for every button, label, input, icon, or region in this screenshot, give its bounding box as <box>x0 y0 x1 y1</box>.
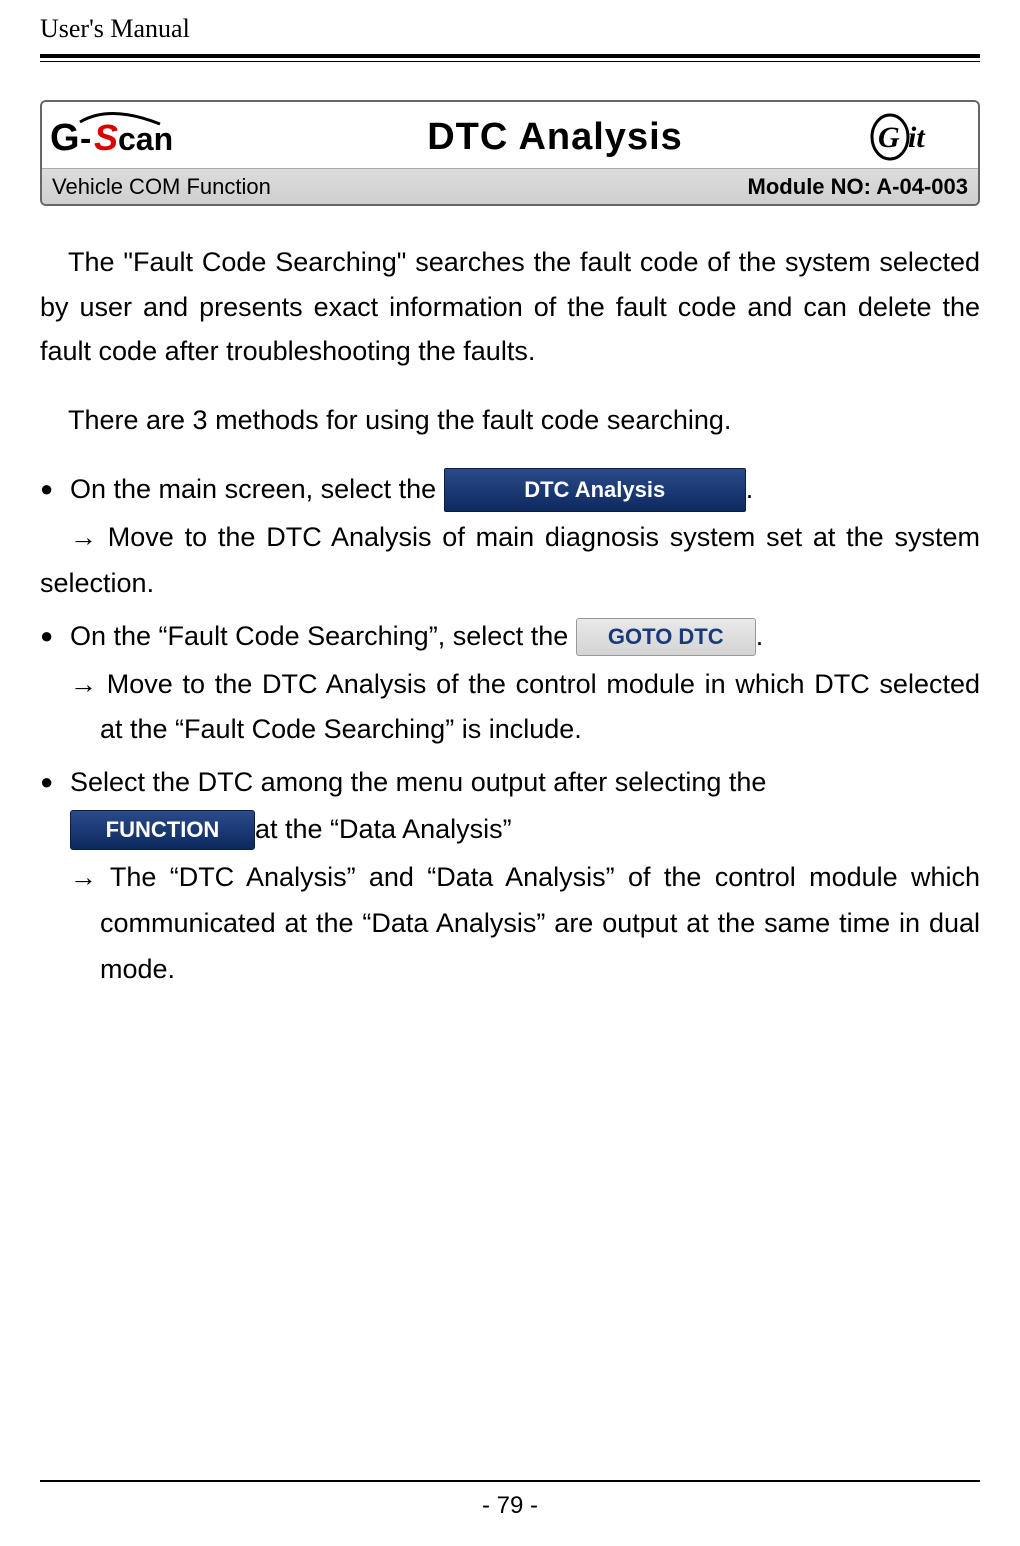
bullet-3-arrow: → The “DTC Analysis” and “Data Analysis”… <box>40 855 980 993</box>
bullet-2-lead <box>40 620 70 650</box>
paragraph-1: The "Fault Code Searching" searches the … <box>40 240 980 374</box>
goto-dtc-button[interactable]: GOTO DTC <box>576 618 756 656</box>
bullet-3-pre: Select the DTC among the menu output aft… <box>70 767 766 797</box>
footer-rule <box>40 1480 980 1482</box>
page-number: - 79 - <box>0 1486 1020 1520</box>
svg-text:G: G <box>878 121 900 154</box>
bullet-2-arrow: → Move to the DTC Analysis of the contro… <box>40 662 980 754</box>
panel-subtitle-right: Module NO: A-04-003 <box>748 174 968 200</box>
panel-bottom: Vehicle COM Function Module NO: A-04-003 <box>42 168 978 204</box>
bullet-3-post: at the “Data Analysis” <box>255 807 512 853</box>
bullet-1-arrow: → Move to the DTC Analysis of main diagn… <box>40 515 980 607</box>
bullet-list: On the main screen, select the DTC Analy… <box>40 466 980 992</box>
svg-text:G: G <box>50 117 80 159</box>
panel-title: DTC Analysis <box>240 116 870 159</box>
bullet-3: Select the DTC among the menu output aft… <box>40 759 980 853</box>
svg-text:-: - <box>80 120 91 158</box>
page: User's Manual G - S can DTC Analysis G i… <box>0 0 1020 1546</box>
gscan-logo: G - S can <box>50 110 240 164</box>
svg-text:it: it <box>908 121 926 154</box>
bullet-3-lead <box>40 766 70 796</box>
paragraph-2: There are 3 methods for using the fault … <box>40 398 980 443</box>
title-panel: G - S can DTC Analysis G it Vehicle COM … <box>40 100 980 206</box>
running-header: User's Manual <box>40 0 980 54</box>
bullet-2: On the “Fault Code Searching”, select th… <box>40 613 980 660</box>
svg-text:can: can <box>118 121 173 157</box>
function-button[interactable]: FUNCTION <box>70 810 255 850</box>
body: The "Fault Code Searching" searches the … <box>40 240 980 993</box>
dtc-analysis-button[interactable]: DTC Analysis <box>444 468 746 512</box>
panel-subtitle-left: Vehicle COM Function <box>52 174 271 200</box>
bullet-1-post: . <box>746 467 754 513</box>
bullet-2-post: . <box>756 614 764 660</box>
git-logo: G it <box>870 111 970 163</box>
panel-top: G - S can DTC Analysis G it <box>42 102 978 168</box>
bullet-2-pre: On the “Fault Code Searching”, select th… <box>70 614 568 660</box>
bullet-1: On the main screen, select the DTC Analy… <box>40 466 980 513</box>
bullet-1-pre: On the main screen, select the <box>70 467 436 513</box>
header-rule <box>40 54 980 58</box>
bullet-1-lead <box>40 473 70 503</box>
svg-text:S: S <box>94 117 118 158</box>
